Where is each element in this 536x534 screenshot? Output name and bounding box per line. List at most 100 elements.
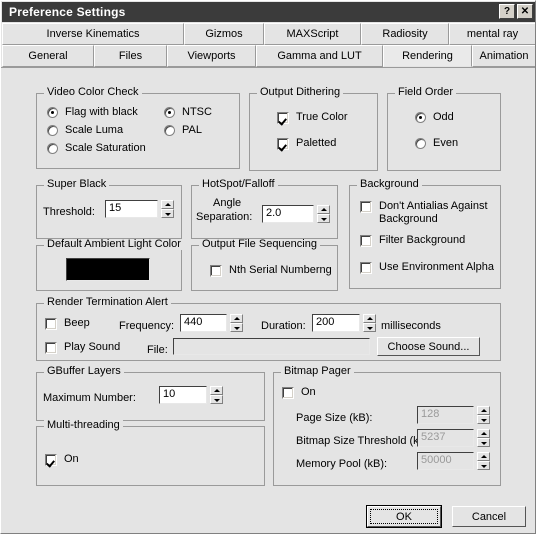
page-size-input[interactable]: 128 bbox=[417, 406, 474, 424]
radio-scale-luma[interactable]: Scale Luma bbox=[47, 124, 123, 136]
group-label-multi-threading: Multi-threading bbox=[44, 420, 123, 431]
angle-separation-input[interactable]: 2.0 bbox=[262, 205, 314, 223]
group-label-hotspot-falloff: HotSpot/Falloff bbox=[199, 179, 278, 190]
bitmap-size-threshold-spinner[interactable] bbox=[477, 429, 490, 447]
radio-label: Scale Saturation bbox=[65, 142, 146, 154]
tab-files[interactable]: Files bbox=[94, 45, 167, 67]
duration-spinner[interactable] bbox=[363, 314, 376, 332]
maximum-number-spinner[interactable] bbox=[210, 386, 223, 404]
group-render-termination-alert: Render Termination Alert Beep Frequency:… bbox=[36, 297, 501, 361]
tab-inverse-kinematics[interactable]: Inverse Kinematics bbox=[2, 23, 184, 45]
checkbox-icon bbox=[277, 112, 289, 124]
checkbox-play-sound[interactable]: Play Sound bbox=[45, 341, 120, 354]
checkbox-icon bbox=[45, 454, 57, 466]
title-bar: Preference Settings ? ✕ bbox=[2, 2, 535, 22]
threshold-input[interactable]: 15 bbox=[105, 200, 158, 218]
group-label-super-black: Super Black bbox=[44, 179, 110, 190]
page-size-spinner[interactable] bbox=[477, 406, 490, 424]
duration-input[interactable]: 200 bbox=[312, 314, 360, 332]
threshold-label: Threshold: bbox=[43, 206, 95, 218]
checkbox-paletted[interactable]: Paletted bbox=[277, 137, 336, 150]
cancel-button[interactable]: Cancel bbox=[452, 506, 526, 527]
ok-button[interactable]: OK bbox=[367, 506, 441, 527]
radio-label: Odd bbox=[433, 111, 454, 123]
checkbox-bitmap-pager-on[interactable]: On bbox=[282, 386, 316, 399]
group-label-bitmap-pager: Bitmap Pager bbox=[281, 366, 354, 377]
spinner-down-icon[interactable] bbox=[230, 323, 243, 332]
checkbox-label: Beep bbox=[64, 317, 90, 329]
group-background: Background Don't Antialias Against Backg… bbox=[349, 179, 501, 289]
radio-ntsc[interactable]: NTSC bbox=[164, 106, 212, 118]
group-output-file-sequencing: Output File Sequencing Nth Serial Number… bbox=[191, 239, 338, 291]
group-label-background: Background bbox=[357, 179, 422, 190]
spinner-down-icon[interactable] bbox=[477, 438, 490, 447]
radio-label: Scale Luma bbox=[65, 124, 124, 136]
choose-sound-button[interactable]: Choose Sound... bbox=[377, 337, 480, 356]
spinner-up-icon[interactable] bbox=[317, 205, 330, 214]
radio-scale-saturation[interactable]: Scale Saturation bbox=[47, 142, 146, 154]
group-video-color-check: Video Color Check Flag with black Scale … bbox=[36, 87, 240, 169]
tab-maxscript[interactable]: MAXScript bbox=[264, 23, 361, 45]
maximum-number-input[interactable]: 10 bbox=[159, 386, 207, 404]
radio-label: PAL bbox=[182, 124, 202, 136]
checkbox-icon bbox=[45, 342, 57, 354]
checkbox-filter-background[interactable]: Filter Background bbox=[360, 234, 465, 247]
ambient-light-color-swatch[interactable] bbox=[66, 258, 150, 281]
memory-pool-input[interactable]: 50000 bbox=[417, 452, 474, 470]
group-label-default-ambient-light-color: Default Ambient Light Color bbox=[44, 239, 184, 250]
memory-pool-spinner[interactable] bbox=[477, 452, 490, 470]
angle-separation-spinner[interactable] bbox=[317, 205, 330, 223]
threshold-spinner[interactable] bbox=[161, 200, 174, 218]
radio-flag-with-black[interactable]: Flag with black bbox=[47, 106, 138, 118]
spinner-down-icon[interactable] bbox=[363, 323, 376, 332]
radio-icon bbox=[164, 125, 175, 136]
duration-label: Duration: bbox=[261, 320, 306, 332]
tab-animation[interactable]: Animation bbox=[472, 45, 535, 67]
spinner-up-icon[interactable] bbox=[477, 429, 490, 438]
tab-gizmos[interactable]: Gizmos bbox=[184, 23, 264, 45]
bitmap-size-threshold-input[interactable]: 5237 bbox=[417, 429, 474, 447]
tab-viewports[interactable]: Viewports bbox=[167, 45, 256, 67]
spinner-up-icon[interactable] bbox=[230, 314, 243, 323]
spinner-down-icon[interactable] bbox=[317, 214, 330, 223]
spinner-up-icon[interactable] bbox=[477, 406, 490, 415]
spinner-down-icon[interactable] bbox=[477, 415, 490, 424]
window-title: Preference Settings bbox=[9, 5, 126, 19]
radio-odd[interactable]: Odd bbox=[415, 111, 454, 123]
checkbox-nth-serial-numbering[interactable]: Nth Serial Numberng bbox=[210, 264, 332, 277]
close-icon[interactable]: ✕ bbox=[517, 4, 533, 19]
spinner-up-icon[interactable] bbox=[363, 314, 376, 323]
radio-icon bbox=[47, 125, 58, 136]
checkbox-icon bbox=[360, 235, 372, 247]
checkbox-use-environment-alpha[interactable]: Use Environment Alpha bbox=[360, 261, 494, 274]
frequency-input[interactable]: 440 bbox=[180, 314, 227, 332]
angle-separation-label-line2: Separation: bbox=[196, 211, 253, 223]
checkbox-icon bbox=[277, 138, 289, 150]
spinner-down-icon[interactable] bbox=[161, 209, 174, 218]
help-icon[interactable]: ? bbox=[499, 4, 515, 19]
checkbox-multi-threading-on[interactable]: On bbox=[45, 453, 79, 466]
checkbox-dont-antialias-against-background[interactable]: Don't Antialias Against Background bbox=[360, 200, 497, 226]
tab-gamma-and-lut[interactable]: Gamma and LUT bbox=[256, 45, 383, 67]
tab-general[interactable]: General bbox=[2, 45, 94, 67]
cancel-button-label: Cancel bbox=[471, 510, 507, 523]
checkbox-label: Filter Background bbox=[379, 234, 466, 246]
group-label-field-order: Field Order bbox=[395, 87, 457, 98]
spinner-up-icon[interactable] bbox=[477, 452, 490, 461]
checkbox-beep[interactable]: Beep bbox=[45, 317, 90, 330]
spinner-down-icon[interactable] bbox=[210, 395, 223, 404]
tab-rendering[interactable]: Rendering bbox=[383, 45, 472, 67]
tab-mental-ray[interactable]: mental ray bbox=[449, 23, 535, 45]
spinner-up-icon[interactable] bbox=[210, 386, 223, 395]
radio-even[interactable]: Even bbox=[415, 137, 458, 149]
frequency-label: Frequency: bbox=[119, 320, 175, 332]
frequency-spinner[interactable] bbox=[230, 314, 243, 332]
sound-file-input[interactable] bbox=[173, 338, 370, 355]
radio-pal[interactable]: PAL bbox=[164, 124, 202, 136]
spinner-up-icon[interactable] bbox=[161, 200, 174, 209]
group-bitmap-pager: Bitmap Pager On Page Size (kB): 128 Bitm… bbox=[273, 366, 501, 486]
checkbox-true-color[interactable]: True Color bbox=[277, 111, 348, 124]
tab-radiosity[interactable]: Radiosity bbox=[361, 23, 449, 45]
spinner-down-icon[interactable] bbox=[477, 461, 490, 470]
preference-settings-dialog: Preference Settings ? ✕ Inverse Kinemati… bbox=[0, 0, 536, 534]
